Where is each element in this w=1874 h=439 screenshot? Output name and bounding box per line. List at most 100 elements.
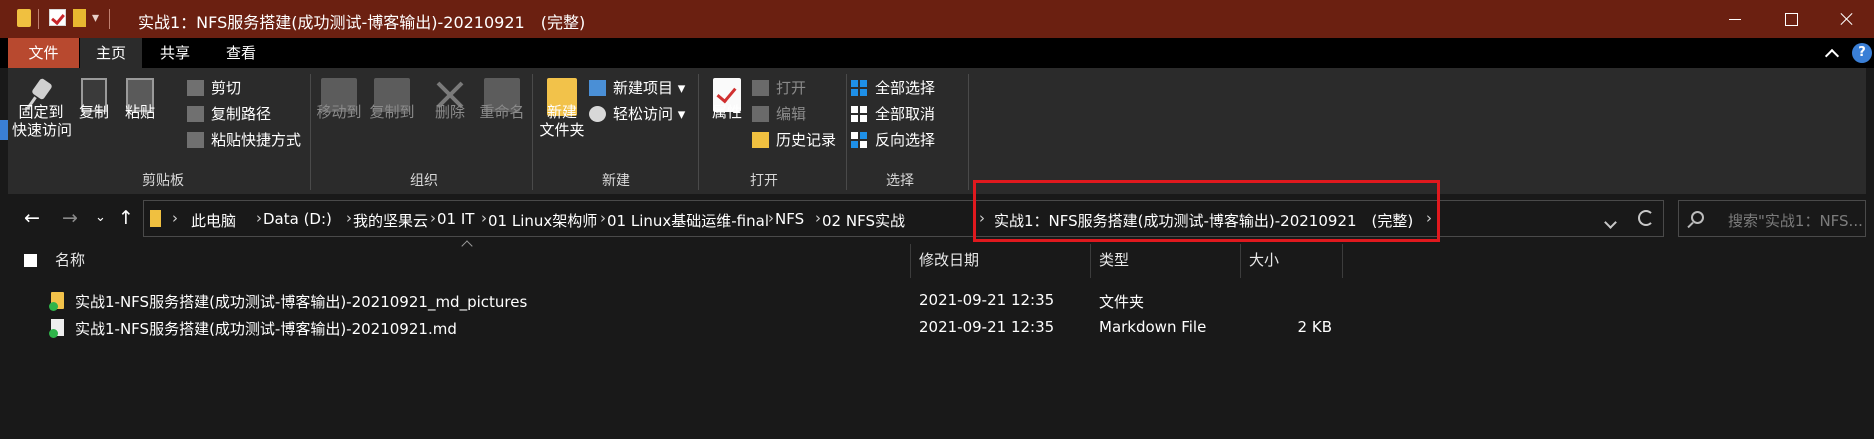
column-divider[interactable] — [1090, 244, 1091, 278]
breadcrumb-item[interactable]: Data (D:) — [263, 210, 332, 228]
chevron-right-icon[interactable]: › — [600, 209, 606, 227]
properties-quick-access-icon[interactable] — [49, 9, 66, 26]
open-icon — [752, 80, 769, 96]
rename-button[interactable]: 重命名 — [474, 68, 530, 168]
new-folder-button[interactable]: 新建 文件夹 — [536, 68, 588, 168]
cut-label: 剪切 — [211, 79, 242, 97]
maximize-button[interactable] — [1762, 0, 1818, 38]
chevron-right-icon[interactable]: › — [256, 209, 262, 227]
select-all-checkbox[interactable] — [24, 254, 37, 267]
column-divider[interactable] — [910, 244, 911, 278]
tab-home[interactable]: 主页 — [80, 38, 142, 68]
delete-button[interactable]: 删除 — [428, 68, 472, 168]
group-label-open: 打开 — [750, 173, 778, 189]
rename-label: 重命名 — [479, 103, 525, 121]
breadcrumb-item[interactable]: 01 IT — [437, 210, 474, 228]
close-button[interactable] — [1818, 0, 1874, 38]
new-folder-label-line2: 文件夹 — [539, 121, 585, 139]
paste-button[interactable]: 粘贴 — [118, 68, 162, 168]
tab-view[interactable]: 查看 — [208, 38, 274, 68]
group-divider — [698, 74, 699, 190]
file-type: Markdown File — [1099, 318, 1207, 336]
move-to-button[interactable]: 移动到 — [314, 68, 364, 168]
breadcrumb-item[interactable]: 此电脑 — [191, 210, 236, 231]
folder-icon — [17, 9, 31, 27]
column-divider[interactable] — [1240, 244, 1241, 278]
minimize-button[interactable] — [1706, 0, 1762, 38]
chevron-right-icon[interactable]: › — [815, 209, 821, 227]
file-name[interactable]: 实战1-NFS服务搭建(成功测试-博客输出)-20210921_md_pictu… — [75, 291, 527, 312]
invert-selection-button[interactable]: 反向选择 — [851, 129, 935, 151]
chevron-right-icon[interactable]: › — [768, 209, 774, 227]
file-row[interactable]: 实战1-NFS服务搭建(成功测试-博客输出)-20210921_md_pictu… — [0, 287, 1874, 314]
file-modified: 2021-09-21 12:35 — [919, 318, 1055, 336]
divider — [38, 9, 39, 29]
breadcrumb-item[interactable]: 我的坚果云 — [353, 210, 428, 231]
collapse-ribbon-icon[interactable] — [1822, 44, 1842, 64]
search-input[interactable]: 搜索"实战1：NFS... — [1728, 210, 1863, 231]
back-arrow-icon[interactable]: ← — [24, 207, 40, 229]
new-folder-quick-access-icon[interactable] — [73, 9, 86, 27]
window-title: 实战1：NFS服务搭建(成功测试-博客输出)-20210921 (完整) — [138, 13, 586, 32]
cut-button[interactable]: 剪切 — [187, 77, 241, 99]
pin-to-quick-access-button[interactable]: 固定到 快速访问 — [12, 68, 72, 168]
chevron-right-icon[interactable]: › — [481, 209, 487, 227]
invert-selection-icon — [851, 132, 868, 148]
column-header-modified[interactable]: 修改日期 — [919, 249, 979, 270]
search-box[interactable]: 搜索"实战1：NFS... — [1678, 200, 1866, 237]
file-modified: 2021-09-21 12:35 — [919, 291, 1055, 309]
history-button[interactable]: 历史记录 — [752, 129, 836, 151]
ribbon: 固定到 快速访问 复制 粘贴 剪切 复制路径 粘贴快捷方式 剪贴板 移动到 复制… — [8, 68, 1866, 194]
up-arrow-icon[interactable]: ↑ — [118, 207, 134, 229]
edit-icon — [752, 106, 769, 122]
address-dropdown-icon[interactable] — [1604, 216, 1617, 229]
navigation-pane-edge — [0, 120, 8, 140]
group-label-select: 选择 — [886, 173, 914, 189]
select-none-button[interactable]: 全部取消 — [851, 103, 935, 125]
breadcrumb-item[interactable]: NFS — [775, 210, 804, 228]
file-row[interactable]: 实战1-NFS服务搭建(成功测试-博客输出)-20210921.md 2021-… — [0, 314, 1874, 341]
select-all-button[interactable]: 全部选择 — [851, 77, 935, 99]
chevron-right-icon[interactable]: › — [172, 209, 178, 227]
group-label-new: 新建 — [602, 173, 630, 189]
new-item-button[interactable]: 新建项目 ▾ — [589, 77, 685, 99]
breadcrumb-item[interactable]: 02 NFS实战 — [822, 210, 905, 231]
delete-label: 删除 — [434, 103, 465, 121]
move-to-label: 移动到 — [316, 103, 362, 121]
refresh-icon[interactable] — [1638, 210, 1654, 226]
easy-access-button[interactable]: 轻松访问 ▾ — [589, 103, 685, 125]
column-header-name[interactable]: 名称 — [55, 249, 85, 270]
open-button[interactable]: 打开 — [752, 77, 806, 99]
chevron-right-icon[interactable]: › — [346, 209, 352, 227]
edit-label: 编辑 — [776, 105, 807, 123]
paste-shortcut-label: 粘贴快捷方式 — [211, 131, 302, 149]
tab-file[interactable]: 文件 — [8, 38, 79, 68]
file-name[interactable]: 实战1-NFS服务搭建(成功测试-博客输出)-20210921.md — [75, 318, 457, 339]
copy-button[interactable]: 复制 — [72, 68, 116, 168]
invert-selection-label: 反向选择 — [875, 131, 936, 149]
help-icon[interactable]: ? — [1852, 43, 1872, 63]
recent-locations-icon[interactable]: ⌄ — [95, 210, 106, 225]
history-icon — [752, 132, 769, 148]
scissors-icon — [187, 80, 204, 96]
forward-arrow-icon[interactable]: → — [62, 207, 78, 229]
copy-path-label: 复制路径 — [211, 105, 272, 123]
select-none-label: 全部取消 — [875, 105, 936, 123]
column-divider[interactable] — [1342, 244, 1343, 278]
chevron-right-icon[interactable]: › — [430, 209, 436, 227]
breadcrumb-item[interactable]: 01 Linux架构师 — [488, 210, 597, 231]
breadcrumb-item[interactable]: 01 Linux基础运维-final — [607, 210, 769, 231]
divider — [109, 9, 110, 29]
properties-button[interactable]: 属性 — [702, 68, 752, 168]
column-header-size[interactable]: 大小 — [1249, 249, 1279, 270]
group-label-clipboard: 剪贴板 — [142, 173, 184, 189]
edit-button[interactable]: 编辑 — [752, 103, 806, 125]
tab-share[interactable]: 共享 — [142, 38, 208, 68]
new-item-icon — [589, 80, 606, 96]
copy-path-button[interactable]: 复制路径 — [187, 103, 271, 125]
paste-shortcut-button[interactable]: 粘贴快捷方式 — [187, 129, 301, 151]
highlight-annotation-box — [973, 180, 1440, 242]
copy-to-button[interactable]: 复制到 — [366, 68, 418, 168]
column-header-type[interactable]: 类型 — [1099, 249, 1129, 270]
customize-quick-access-icon[interactable]: ▾ — [92, 10, 99, 26]
